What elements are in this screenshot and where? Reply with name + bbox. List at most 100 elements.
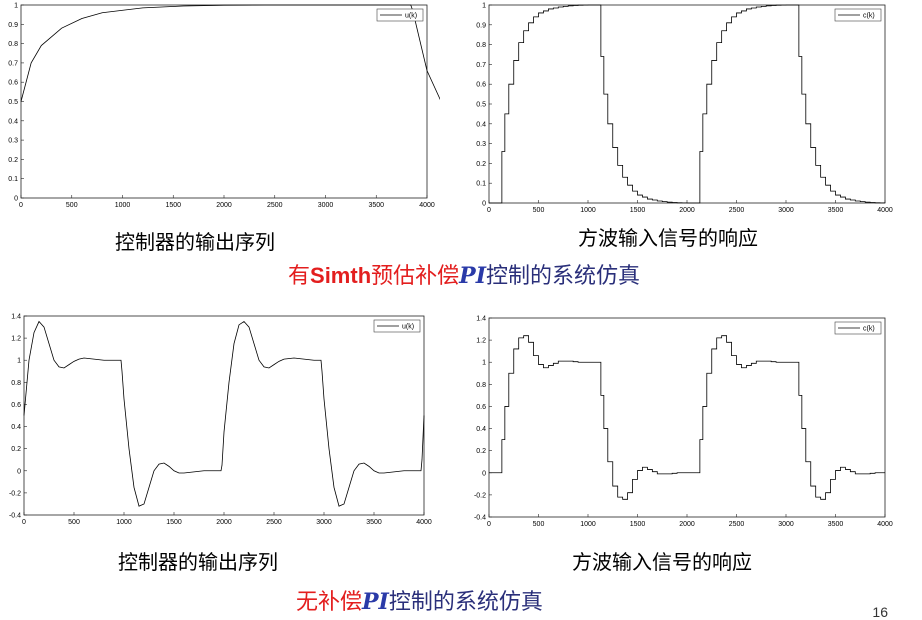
x-tick-label: 3000 [778, 521, 794, 528]
title-top-part3: 预估补偿 [371, 264, 460, 289]
y-tick-label: 1 [17, 358, 21, 365]
legend: c(k) [834, 321, 882, 335]
y-tick-label: 1 [482, 3, 486, 10]
x-tick-label: 3500 [828, 521, 844, 528]
x-tick-label: 0 [487, 521, 491, 528]
y-tick-label: 1 [482, 360, 486, 367]
y-tick-label: 0.8 [476, 382, 486, 389]
plot-frame [488, 317, 886, 518]
title-top-part1: 有 [288, 264, 311, 289]
y-tick-label: 0.4 [476, 121, 486, 128]
x-tick-label: 3000 [318, 202, 334, 209]
plot-frame [23, 315, 425, 516]
x-tick-label: 3500 [828, 207, 844, 214]
y-tick-label: 0.9 [8, 22, 18, 29]
title-bottom-part1: 无补偿 [296, 590, 363, 615]
x-tick-label: 1500 [630, 207, 646, 214]
x-tick-label: 2500 [729, 207, 745, 214]
y-tick-label: 0.7 [8, 60, 18, 67]
x-tick-label: 500 [533, 521, 545, 528]
legend-label: c(k) [863, 13, 875, 20]
caption-top-left: 控制器的输出序列 [115, 230, 275, 254]
page-number: 16 [872, 604, 888, 620]
y-tick-label: 0.4 [476, 426, 486, 433]
y-tick-label: 1 [14, 3, 18, 10]
y-tick-label: 0.3 [8, 138, 18, 145]
x-tick-label: 3500 [366, 519, 382, 526]
x-tick-label: 1000 [116, 519, 132, 526]
y-tick-label: 1.4 [11, 314, 21, 321]
y-tick-label: 0.1 [476, 181, 486, 188]
x-tick-label: 3500 [368, 202, 384, 209]
x-tick-label: 1500 [166, 519, 182, 526]
y-tick-label: 0.6 [11, 402, 21, 409]
y-tick-label: 0 [482, 201, 486, 208]
title-top-part4: PI [459, 263, 486, 289]
title-bottom-part2: PI [362, 589, 389, 615]
y-tick-label: 0.6 [476, 404, 486, 411]
x-tick-label: 1000 [115, 202, 131, 209]
section-title-top: 有Simth预估补偿PI控制的系统仿真 [288, 258, 640, 290]
title-top-part5: 控制的系统仿真 [486, 264, 641, 289]
y-tick-label: 0.1 [8, 176, 18, 183]
y-tick-label: -0.2 [9, 490, 21, 497]
x-tick-label: 2500 [267, 202, 283, 209]
y-tick-label: 0.8 [11, 380, 21, 387]
caption-bottom-left: 控制器的输出序列 [118, 550, 278, 574]
y-tick-label: 0.4 [8, 118, 18, 125]
y-tick-label: -0.2 [474, 492, 486, 499]
y-tick-label: 1.2 [11, 336, 21, 343]
x-tick-label: 2000 [216, 519, 232, 526]
title-top-part2: Simth [310, 263, 372, 288]
legend: u(k) [373, 319, 421, 333]
x-tick-label: 3000 [778, 207, 794, 214]
y-tick-label: 0.5 [476, 102, 486, 109]
legend: u(k) [376, 8, 424, 22]
x-tick-label: 0 [487, 207, 491, 214]
x-tick-label: 1500 [165, 202, 181, 209]
x-tick-label: 0 [19, 202, 23, 209]
title-bottom-part3: 控制的系统仿真 [388, 590, 543, 615]
legend: c(k) [834, 8, 882, 22]
chart-bottom-left: 0 500 1000 1500 2000 2500 3000 3500 4000 -0.4 -0.2… [9, 314, 432, 527]
y-tick-label: 0.2 [476, 161, 486, 168]
x-tick-label: 3000 [316, 519, 332, 526]
x-tick-label: 4000 [877, 521, 893, 528]
plot-frame [20, 4, 428, 199]
plot-frame [488, 4, 886, 204]
legend-label: u(k) [405, 13, 417, 20]
x-tick-label: 1000 [580, 521, 596, 528]
y-tick-label: 0 [17, 468, 21, 475]
x-tick-label: 2000 [679, 521, 695, 528]
y-tick-label: 0.6 [476, 82, 486, 89]
x-tick-label: 1000 [580, 207, 596, 214]
x-tick-label: 2000 [679, 207, 695, 214]
caption-top-right: 方波输入信号的响应 [578, 226, 758, 250]
y-tick-label: 0.8 [8, 41, 18, 48]
x-tick-label: 0 [22, 519, 26, 526]
section-title-bottom: 无补偿PI控制的系统仿真 [296, 584, 543, 616]
x-tick-label: 4000 [416, 519, 432, 526]
y-tick-label: 0 [14, 196, 18, 203]
y-tick-label: 0.9 [476, 22, 486, 29]
x-tick-label: 2500 [266, 519, 282, 526]
legend-label: u(k) [402, 324, 414, 331]
x-tick-label: 4000 [419, 202, 435, 209]
y-tick-label: 0.8 [476, 42, 486, 49]
x-tick-label: 500 [66, 202, 78, 209]
x-tick-label: 4000 [877, 207, 893, 214]
y-tick-label: 0.2 [8, 157, 18, 164]
x-tick-label: 500 [68, 519, 80, 526]
y-tick-label: 0.4 [11, 424, 21, 431]
y-tick-label: 0.6 [8, 80, 18, 87]
x-tick-label: 500 [533, 207, 545, 214]
chart-top-right: 0 500 1000 1500 2000 2500 3000 3500 4000 0 0.1 0.2 0… [476, 3, 893, 215]
chart-bottom-right: 0 500 1000 1500 2000 2500 3000 3500 4000 -0.4 -0.2… [474, 316, 893, 529]
y-tick-label: 1.4 [476, 316, 486, 323]
legend-label: c(k) [863, 326, 875, 333]
y-tick-label: 1.2 [476, 338, 486, 345]
x-tick-label: 2000 [216, 202, 232, 209]
y-tick-label: 0.2 [11, 446, 21, 453]
chart-top-left: 0 500 1000 1500 2000 2500 3000 3500 4000 0 0.1 0.2 0… [8, 3, 440, 209]
y-tick-label: -0.4 [474, 515, 486, 522]
